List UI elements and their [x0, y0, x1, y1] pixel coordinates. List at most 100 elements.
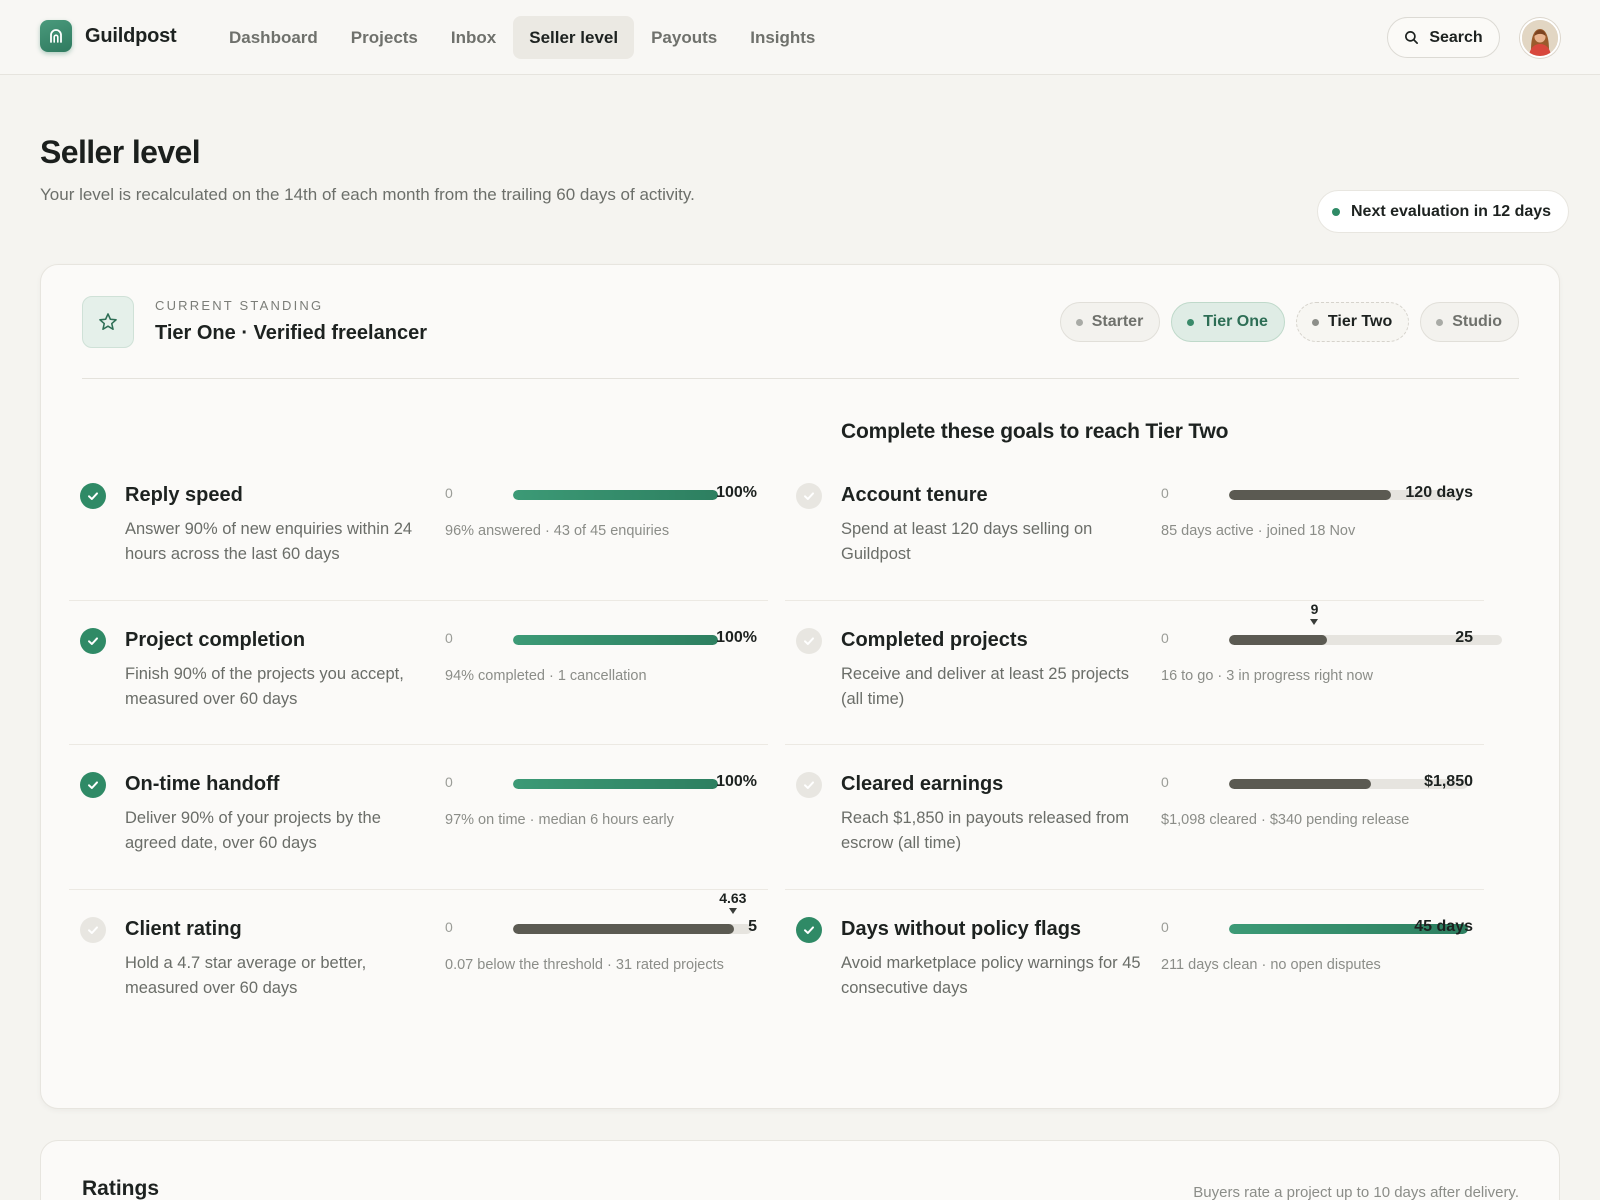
- marker-value: 4.63: [719, 890, 747, 906]
- progress-bar: [513, 635, 718, 645]
- page-subtitle: Your level is recalculated on the 14th o…: [40, 185, 695, 204]
- progress-bar: [513, 924, 752, 934]
- tier-starter[interactable]: Starter: [1059, 302, 1161, 342]
- progress-caption: 85 days active · joined 18 Nov: [1161, 523, 1356, 539]
- progress-bar: [513, 490, 718, 500]
- progress-fill: [1229, 490, 1392, 500]
- status-dot-icon: [1332, 207, 1340, 216]
- tier-dot-icon: [1311, 318, 1319, 326]
- tier-tier-one[interactable]: Tier One: [1171, 302, 1285, 342]
- progress-min-label: 0: [445, 774, 453, 790]
- tier-label: Starter: [1091, 313, 1144, 330]
- progress-min-label: 0: [1161, 774, 1169, 790]
- nav-inbox[interactable]: Inbox: [435, 16, 512, 59]
- progress-min-label: 0: [1161, 919, 1169, 935]
- progress-caption: 97% on time · median 6 hours early: [445, 812, 674, 828]
- criterion-name: Project completion: [125, 629, 306, 651]
- standing-card: CURRENT STANDING Tier One · Verified fre…: [40, 264, 1560, 1109]
- pending-check-icon: [796, 483, 822, 509]
- criterion-client-rating: Client rating Hold a 4.7 star average or …: [69, 890, 768, 1063]
- standing-title: Tier One · Verified freelancer: [155, 322, 427, 344]
- criterion-cleared-earnings: Cleared earnings Reach $1,850 in payouts …: [785, 770, 1484, 918]
- criterion-name: Reply speed: [125, 484, 243, 506]
- progress-fill: [513, 779, 718, 789]
- standing-eyebrow: CURRENT STANDING: [155, 298, 324, 313]
- criterion-reply-speed: Reply speed Answer 90% of new enquiries w…: [69, 481, 768, 629]
- progress-caption: 211 days clean · no open disputes: [1161, 957, 1381, 973]
- nav-projects[interactable]: Projects: [335, 16, 434, 59]
- tier-track: Starter Tier One Tier Two Studio: [1049, 302, 1519, 342]
- tier-label: Studio: [1452, 313, 1502, 330]
- progress-min-label: 0: [445, 485, 453, 501]
- card-divider: [82, 378, 1519, 379]
- progress-fill: [1229, 779, 1371, 789]
- progress-fill: [1229, 635, 1328, 645]
- progress-caption: 94% completed · 1 cancellation: [445, 668, 647, 684]
- row-divider: [69, 600, 768, 601]
- check-circle-icon: [80, 628, 106, 654]
- page-title: Seller level: [40, 134, 201, 170]
- progress-target: 100%: [716, 484, 757, 501]
- marker-value: 9: [1310, 601, 1319, 617]
- top-bar: Guildpost Dashboard Projects Inbox Selle…: [0, 0, 1600, 75]
- criterion-project-completion: Project completion Finish 90% of the proj…: [69, 626, 768, 774]
- criterion-description: Spend at least 120 days selling on Guild…: [841, 520, 1093, 563]
- marker-arrow-icon: [728, 908, 737, 914]
- search-button[interactable]: Search: [1387, 17, 1500, 58]
- progress-target: 100%: [716, 773, 757, 790]
- row-divider: [785, 600, 1484, 601]
- tier-studio[interactable]: Studio: [1420, 302, 1519, 342]
- check-circle-icon: [796, 917, 822, 943]
- tier-tier-two[interactable]: Tier Two: [1295, 302, 1410, 342]
- ratings-title: Ratings: [82, 1177, 160, 1200]
- pending-check-icon: [796, 628, 822, 654]
- row-divider: [785, 889, 1484, 890]
- progress-min-label: 0: [1161, 630, 1169, 646]
- progress-min-label: 0: [445, 919, 453, 935]
- criterion-name: Account tenure: [841, 484, 988, 506]
- pending-check-icon: [796, 772, 822, 798]
- progress-caption: 16 to go · 3 in progress right now: [1161, 668, 1373, 684]
- row-divider: [69, 744, 768, 745]
- progress-target: 120 days: [1405, 484, 1473, 501]
- progress-min-label: 0: [445, 630, 453, 646]
- progress-target: 100%: [716, 629, 757, 646]
- nav-dashboard[interactable]: Dashboard: [213, 16, 334, 59]
- criterion-name: Cleared earnings: [841, 773, 1004, 795]
- search-label: Search: [1429, 28, 1483, 46]
- progress-marker: 4.63: [713, 890, 753, 914]
- progress-caption: $1,098 cleared · $340 pending release: [1161, 812, 1410, 828]
- progress-target: $1,850: [1424, 773, 1473, 790]
- pending-check-icon: [80, 917, 106, 943]
- row-divider: [69, 889, 768, 890]
- progress-target: 45 days: [1414, 918, 1473, 935]
- progress-caption: 0.07 below the threshold · 31 rated proj…: [445, 957, 724, 973]
- criterion-description: Receive and deliver at least 25 projects…: [841, 665, 1129, 708]
- progress-target: 25: [1455, 629, 1473, 646]
- user-avatar[interactable]: [1520, 18, 1560, 58]
- criterion-description: Reach $1,850 in payouts released from es…: [841, 809, 1130, 852]
- progress-fill: [513, 635, 718, 645]
- check-circle-icon: [80, 772, 106, 798]
- criterion-name: Completed projects: [841, 629, 1028, 651]
- criterion-account-tenure: Account tenure Spend at least 120 days se…: [785, 481, 1484, 629]
- progress-marker: 9: [1294, 601, 1334, 625]
- ratings-note: Buyers rate a project up to 10 days afte…: [1193, 1184, 1519, 1200]
- marker-arrow-icon: [1310, 619, 1319, 625]
- nav-seller-level[interactable]: Seller level: [513, 16, 635, 59]
- brand[interactable]: Guildpost: [40, 20, 177, 52]
- progress-caption: 96% answered · 43 of 45 enquiries: [445, 523, 670, 539]
- criterion-description: Answer 90% of new enquiries within 24 ho…: [125, 520, 413, 563]
- nav-payouts[interactable]: Payouts: [635, 16, 733, 59]
- criterion-description: Avoid marketplace policy warnings for 45…: [841, 954, 1141, 997]
- criterion-completed-projects: Completed projects Receive and deliver at…: [785, 601, 1502, 774]
- tier-label: Tier Two: [1327, 313, 1393, 330]
- progress-target: 5: [748, 918, 757, 935]
- criterion-name: Days without policy flags: [841, 918, 1082, 940]
- search-icon: [1405, 31, 1419, 44]
- criterion-description: Finish 90% of the projects you accept, m…: [125, 665, 404, 708]
- nav-insights[interactable]: Insights: [734, 16, 831, 59]
- next-evaluation-badge: Next evaluation in 12 days: [1317, 190, 1570, 233]
- progress-fill: [513, 924, 735, 934]
- tier-dot-icon: [1075, 318, 1083, 326]
